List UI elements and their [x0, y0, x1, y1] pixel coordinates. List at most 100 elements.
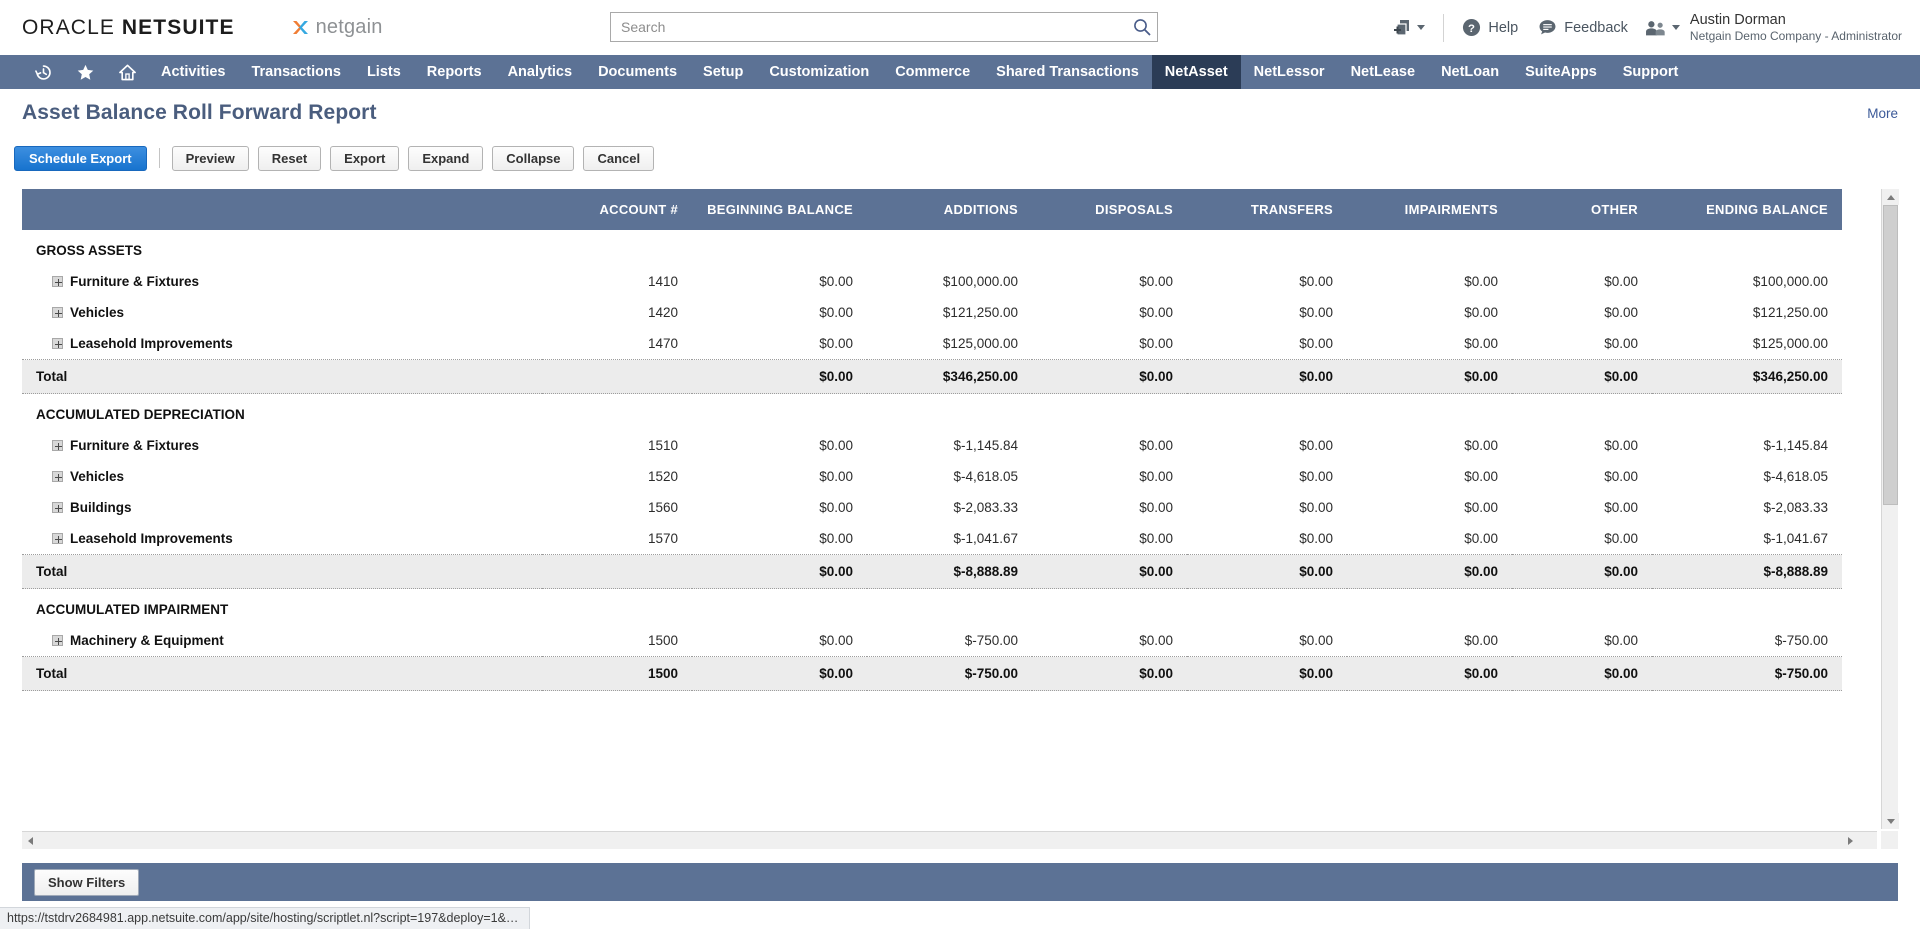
cancel-button[interactable]: Cancel [583, 145, 655, 171]
expand-plus-icon[interactable] [52, 471, 63, 482]
scroll-right-button[interactable] [1842, 832, 1859, 849]
nav-item-setup[interactable]: Setup [690, 55, 756, 89]
empty-cell [542, 589, 692, 626]
section-title: ACCUMULATED DEPRECIATION [36, 407, 245, 422]
report-container: ACCOUNT # BEGINNING BALANCE ADDITIONS DISPO… [22, 189, 1899, 849]
table-row[interactable]: Furniture & Fixtures 1510 $0.00 $-1,145.84 $… [22, 430, 1842, 461]
feedback-label: Feedback [1564, 19, 1628, 36]
cell-impairments: $0.00 [1464, 438, 1498, 453]
chevron-down-icon [1417, 25, 1426, 30]
nav-item-commerce[interactable]: Commerce [882, 55, 983, 89]
expand-plus-icon[interactable] [52, 533, 63, 544]
nav-item-activities[interactable]: Activities [148, 55, 238, 89]
table-row[interactable]: Vehicles 1520 $0.00 $-4,618.05 $0.00 $0.00 $0.… [22, 461, 1842, 492]
table-row[interactable]: Leasehold Improvements 1470 $0.00 $125,000.… [22, 328, 1842, 360]
nav-item-support[interactable]: Support [1610, 55, 1692, 89]
table-row[interactable]: Buildings 1560 $0.00 $-2,083.33 $0.00 $0.00 $0… [22, 492, 1842, 523]
horizontal-scrollbar[interactable] [22, 831, 1877, 849]
row-label: Furniture & Fixtures [70, 438, 200, 453]
search-input[interactable] [610, 12, 1158, 42]
empty-cell [542, 230, 692, 266]
total-cell-transfers: $0.00 [1299, 564, 1333, 579]
scroll-up-button[interactable] [1882, 189, 1899, 205]
create-new-icon [1394, 19, 1410, 36]
cell-impairments: $0.00 [1464, 633, 1498, 648]
vertical-scroll-thumb[interactable] [1883, 205, 1898, 505]
collapse-button[interactable]: Collapse [492, 145, 575, 171]
total-cell-other: $0.00 [1604, 564, 1638, 579]
home-button[interactable] [106, 55, 148, 89]
vertical-scrollbar[interactable] [1881, 189, 1899, 829]
row-label-cell: Furniture & Fixtures [22, 430, 542, 461]
expand-plus-icon[interactable] [52, 307, 63, 318]
nav-item-documents[interactable]: Documents [585, 55, 690, 89]
total-cell-disposals: $0.00 [1139, 564, 1173, 579]
netgain-logo[interactable]: netgain [291, 16, 383, 39]
total-cell-additions: $-750.00 [964, 666, 1018, 681]
total-label: Total [36, 369, 68, 384]
expand-plus-icon[interactable] [52, 338, 63, 349]
empty-cell [1512, 394, 1652, 431]
header-divider [1443, 13, 1445, 42]
expand-plus-icon[interactable] [52, 276, 63, 287]
column-header-other: OTHER [1512, 189, 1652, 230]
nav-item-shared-transactions[interactable]: Shared Transactions [983, 55, 1152, 89]
cell-disposals: $0.00 [1139, 500, 1173, 515]
scroll-left-button[interactable] [22, 832, 39, 849]
section-header-row: GROSS ASSETS [22, 230, 1842, 266]
nav-item-netlessor[interactable]: NetLessor [1241, 55, 1338, 89]
row-label: Vehicles [70, 469, 125, 484]
recent-records-icon [34, 64, 51, 80]
create-new-button[interactable] [1383, 11, 1435, 45]
table-row[interactable]: Vehicles 1420 $0.00 $121,250.00 $0.00 $0.00 $0… [22, 297, 1842, 328]
empty-cell [1032, 230, 1187, 266]
cell-other: $0.00 [1604, 469, 1638, 484]
user-menu[interactable]: Austin Dorman Netgain Demo Company - Adm… [1638, 11, 1902, 44]
total-cell-ending: $-750.00 [1774, 666, 1828, 681]
nav-item-suiteapps[interactable]: SuiteApps [1512, 55, 1610, 89]
reset-button[interactable]: Reset [257, 145, 322, 171]
expand-plus-icon[interactable] [52, 440, 63, 451]
expand-button[interactable]: Expand [408, 145, 484, 171]
show-filters-button[interactable]: Show Filters [34, 868, 140, 896]
preview-button[interactable]: Preview [171, 145, 249, 171]
schedule-export-button[interactable]: Schedule Export [14, 145, 147, 171]
nav-item-reports[interactable]: Reports [414, 55, 495, 89]
empty-cell [1347, 589, 1512, 626]
nav-item-netasset[interactable]: NetAsset [1151, 55, 1241, 89]
row-label: Buildings [70, 500, 132, 515]
total-cell-transfers: $0.00 [1299, 369, 1333, 384]
export-button[interactable]: Export [330, 145, 400, 171]
section-header-row: ACCUMULATED IMPAIRMENT [22, 589, 1842, 626]
cell-disposals: $0.00 [1139, 336, 1173, 351]
cell-transfers: $0.00 [1299, 500, 1333, 515]
cell-ending: $-1,145.84 [1763, 438, 1828, 453]
column-header-additions: ADDITIONS [867, 189, 1032, 230]
total-cell-additions: $346,250.00 [942, 369, 1018, 384]
nav-item-transactions[interactable]: Transactions [238, 55, 353, 89]
nav-item-netloan[interactable]: NetLoan [1428, 55, 1512, 89]
oracle-netsuite-logo[interactable]: ORACLE NETSUITE [22, 16, 235, 40]
nav-item-lists[interactable]: Lists [354, 55, 414, 89]
nav-item-analytics[interactable]: Analytics [495, 55, 585, 89]
total-cell-account: 1500 [647, 666, 678, 681]
help-button[interactable]: ? Help [1452, 11, 1528, 45]
favorites-button[interactable] [64, 55, 106, 89]
recent-records-button[interactable] [22, 55, 64, 89]
scroll-down-button[interactable] [1882, 813, 1899, 829]
table-row[interactable]: Machinery & Equipment 1500 $0.00 $-750.00 $0… [22, 625, 1842, 657]
column-header-beginning-balance: BEGINNING BALANCE [692, 189, 867, 230]
expand-plus-icon[interactable] [52, 502, 63, 513]
table-row[interactable]: Leasehold Improvements 1570 $0.00 $-1,041.6… [22, 523, 1842, 555]
table-row[interactable]: Furniture & Fixtures 1410 $0.00 $100,000.00… [22, 266, 1842, 297]
column-header-disposals: DISPOSALS [1032, 189, 1187, 230]
total-cell-account [542, 555, 692, 589]
search-icon[interactable] [1132, 17, 1152, 37]
more-link[interactable]: More [1867, 106, 1898, 121]
nav-item-netlease[interactable]: NetLease [1338, 55, 1428, 89]
netgain-wordmark: netgain [315, 16, 383, 38]
filter-bar: Show Filters [22, 863, 1898, 901]
expand-plus-icon[interactable] [52, 635, 63, 646]
feedback-button[interactable]: Feedback [1528, 11, 1638, 45]
nav-item-customization[interactable]: Customization [756, 55, 882, 89]
